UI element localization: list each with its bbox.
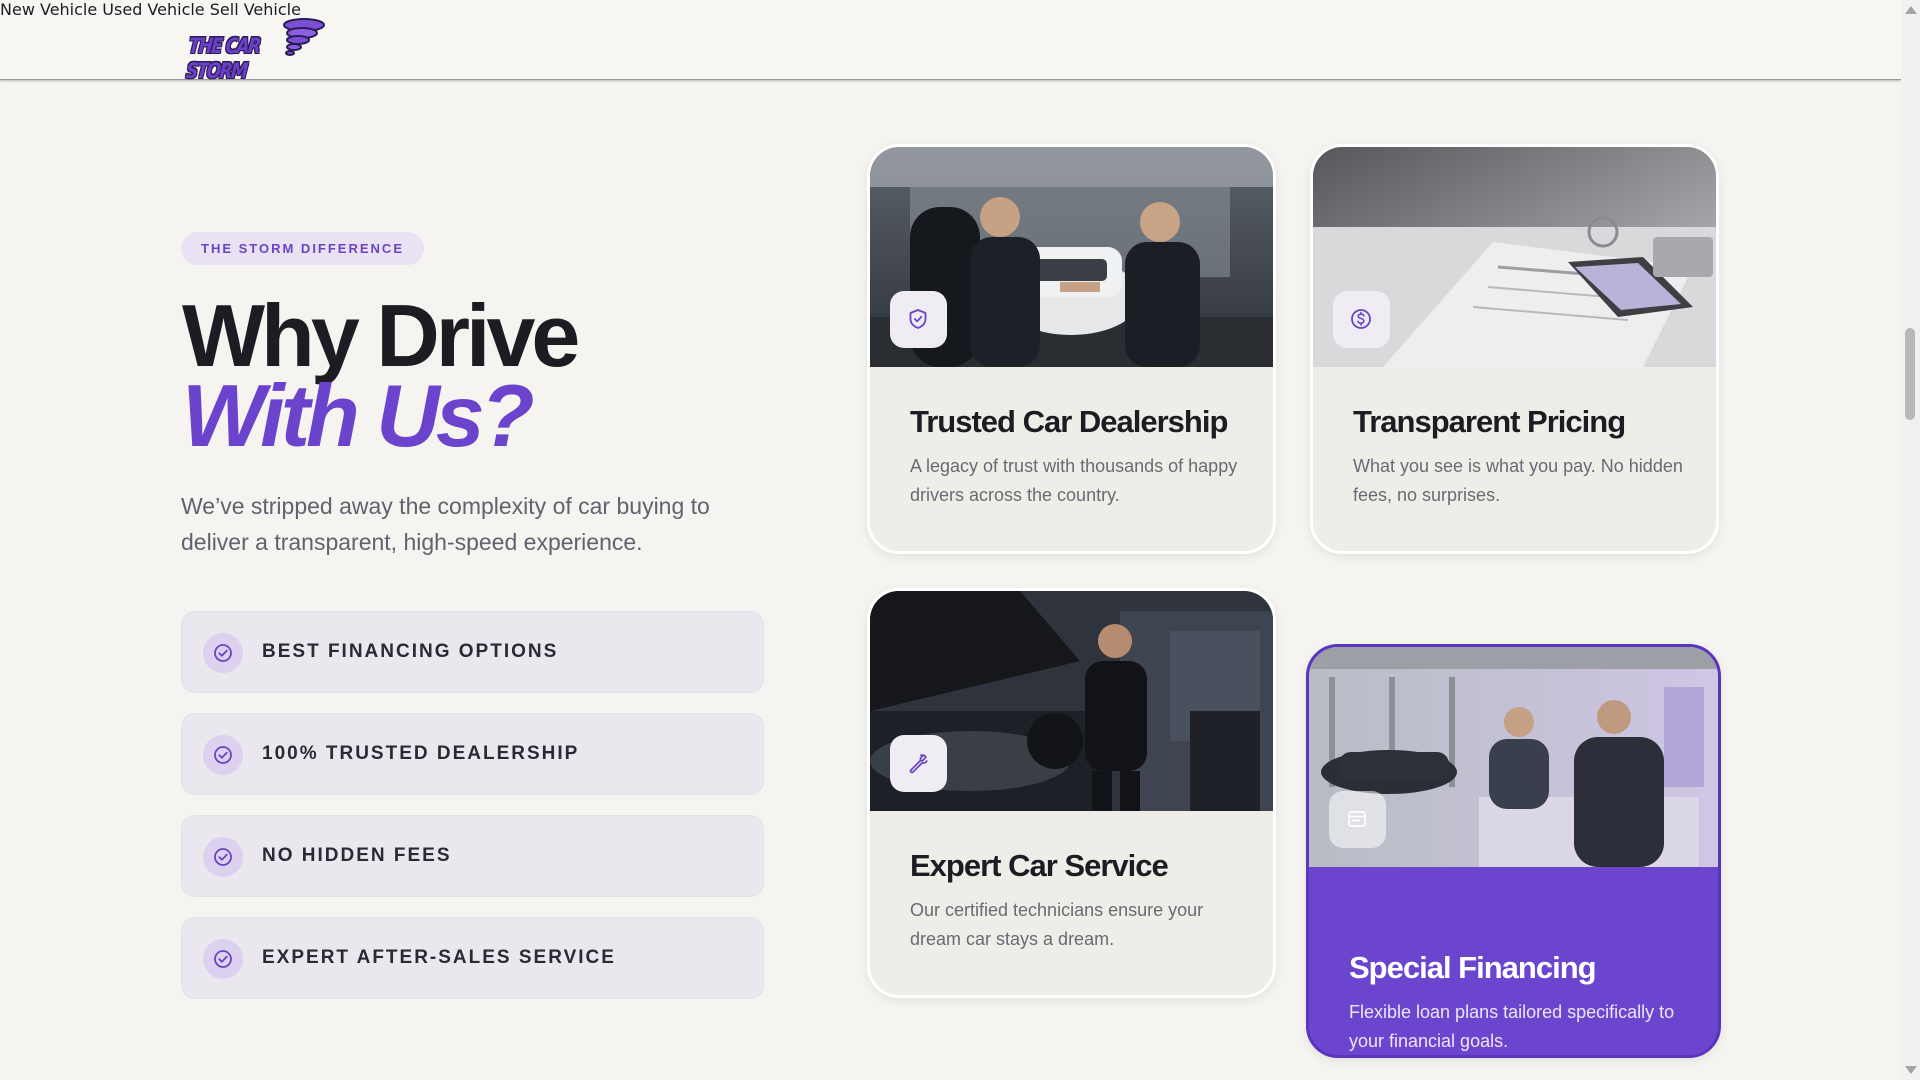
check-circle-icon <box>203 633 243 673</box>
card-description: Our certified technicians ensure your dr… <box>910 900 1204 949</box>
site-header: THE CAR STORM New Vehicle Used Vehicle S… <box>0 0 1901 84</box>
section-intro: We’ve stripped away the complexity of ca… <box>181 493 710 555</box>
card-trusted-dealership[interactable]: Trusted Car Dealership A legacy of trust… <box>867 144 1276 554</box>
feature-item: EXPERT AFTER-SALES SERVICE <box>181 917 764 999</box>
feature-label: NO HIDDEN FEES <box>262 845 452 866</box>
card-description: What you see is what you pay. No hidden … <box>1353 456 1683 505</box>
card-description: Flexible loan plans tailored specificall… <box>1349 1002 1675 1051</box>
card-title: Special Financing <box>1349 950 1597 985</box>
check-circle-icon <box>203 939 243 979</box>
card-expert-service[interactable]: Expert Car Service Our certified technic… <box>867 588 1276 998</box>
site-logo[interactable]: THE CAR STORM <box>185 18 325 84</box>
nav-new-vehicle[interactable]: New Vehicle <box>0 0 97 19</box>
scroll-down-arrow-icon[interactable] <box>1905 1066 1917 1074</box>
dollar-circle-icon <box>1333 291 1390 348</box>
tornado-logo-icon <box>283 18 325 56</box>
section-headline-accent: With Us? <box>182 366 534 465</box>
card-title: Trusted Car Dealership <box>910 404 1228 439</box>
check-circle-icon <box>203 837 243 877</box>
scrollbar-thumb[interactable] <box>1905 328 1915 420</box>
feature-item: BEST FINANCING OPTIONS <box>181 611 764 693</box>
card-title: Expert Car Service <box>910 848 1169 883</box>
card-description: A legacy of trust with thousands of happ… <box>910 456 1238 505</box>
shield-check-icon <box>890 291 947 348</box>
check-circle-icon <box>203 735 243 775</box>
card-special-financing[interactable]: Special Financing Flexible loan plans ta… <box>1306 644 1721 1058</box>
feature-label: BEST FINANCING OPTIONS <box>262 641 559 662</box>
feature-item: 100% TRUSTED DEALERSHIP <box>181 713 764 795</box>
wrench-icon <box>890 735 947 792</box>
card-title: Transparent Pricing <box>1353 404 1626 439</box>
feature-label: 100% TRUSTED DEALERSHIP <box>262 743 580 764</box>
section-badge: THE STORM DIFFERENCE <box>181 232 424 265</box>
page-scrollbar[interactable] <box>1901 0 1920 1080</box>
card-transparent-pricing[interactable]: Transparent Pricing What you see is what… <box>1310 144 1719 554</box>
nav-used-vehicle[interactable]: Used Vehicle <box>102 0 204 19</box>
feature-label: EXPERT AFTER-SALES SERVICE <box>262 947 616 968</box>
scroll-up-arrow-icon[interactable] <box>1905 6 1917 14</box>
nav-sell-vehicle[interactable]: Sell Vehicle <box>210 0 301 19</box>
feature-item: NO HIDDEN FEES <box>181 815 764 897</box>
wallet-icon <box>1329 791 1386 848</box>
